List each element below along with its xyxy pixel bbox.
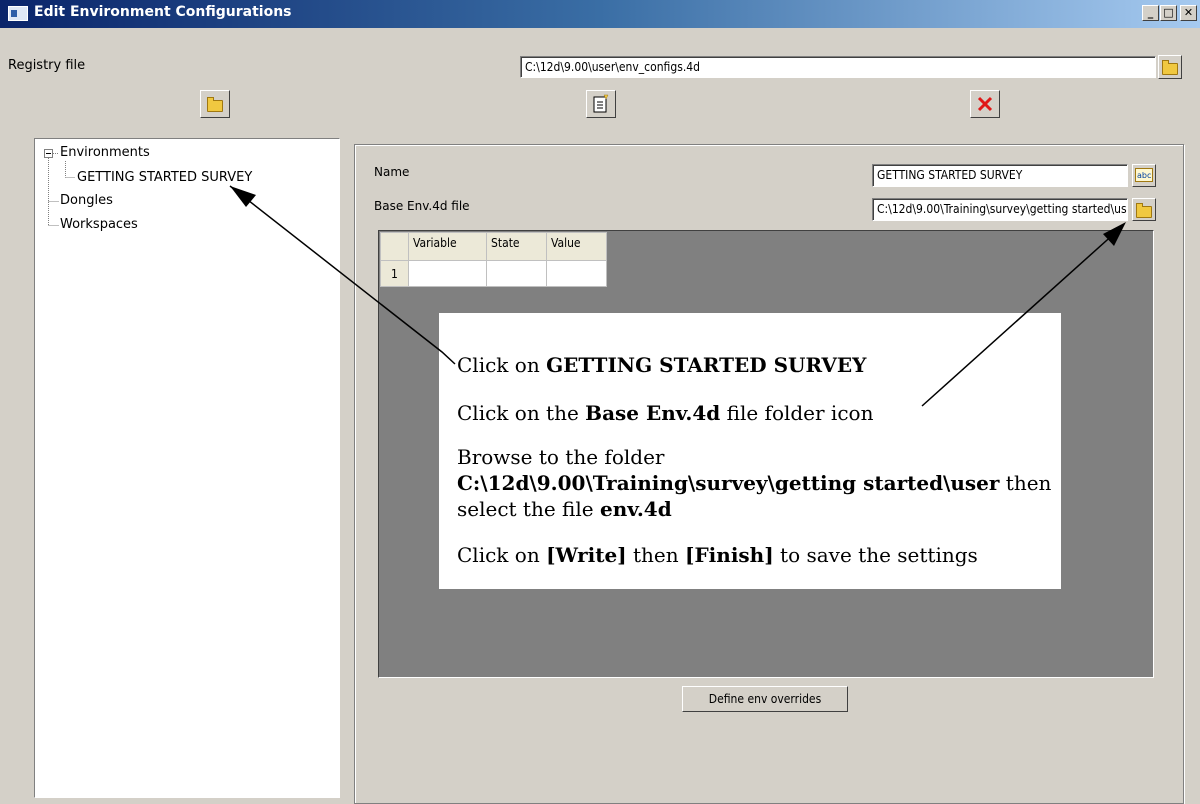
open-button[interactable]	[200, 90, 230, 118]
maximize-button[interactable]: □	[1160, 5, 1177, 21]
tree-item-environments[interactable]: Environments	[60, 145, 150, 160]
name-label: Name	[374, 165, 410, 179]
instruction-callout: Click on GETTING STARTED SURVEY Click on…	[439, 313, 1061, 589]
tree-item-dongles[interactable]: Dongles	[60, 193, 113, 208]
title-bar: Edit Environment Configurations _ □ ✕	[0, 0, 1200, 28]
instruction-step-1: Click on GETTING STARTED SURVEY	[457, 353, 867, 377]
folder-icon	[1162, 60, 1178, 75]
instruction-step-4: Click on [Write] then [Finish] to save t…	[457, 543, 978, 567]
svg-text:abc: abc	[1137, 171, 1151, 180]
base-env-file-label: Base Env.4d file	[374, 199, 470, 213]
app-icon	[8, 6, 28, 21]
instruction-step-2: Click on the Base Env.4d file folder ico…	[457, 401, 874, 425]
folder-open-icon	[207, 97, 223, 112]
base-env-browse-button[interactable]	[1132, 198, 1156, 221]
cell-value[interactable]	[546, 260, 607, 287]
window-title: Edit Environment Configurations	[34, 4, 292, 20]
tree-item-getting-started-survey[interactable]: GETTING STARTED SURVEY	[77, 170, 252, 185]
instruction-step-3-file: select the file env.4d	[457, 497, 672, 521]
tree-item-workspaces[interactable]: Workspaces	[60, 217, 138, 232]
instruction-step-3-path: C:\12d\9.00\Training\survey\getting star…	[457, 471, 1052, 495]
abc-icon: abc	[1135, 168, 1153, 182]
row-number[interactable]: 1	[380, 260, 409, 287]
registry-browse-button[interactable]	[1158, 55, 1182, 79]
variables-grid[interactable]: Variable State Value 1	[380, 232, 607, 287]
name-abc-button[interactable]: abc	[1132, 164, 1156, 187]
name-field[interactable]: GETTING STARTED SURVEY	[872, 164, 1128, 187]
minimize-button[interactable]: _	[1142, 5, 1159, 21]
define-env-overrides-button[interactable]: Define env overrides	[682, 686, 848, 712]
delete-button[interactable]	[970, 90, 1000, 118]
cell-variable[interactable]	[408, 260, 487, 287]
new-document-icon	[593, 94, 609, 113]
cell-state[interactable]	[486, 260, 547, 287]
instruction-step-3: Browse to the folder	[457, 445, 665, 469]
delete-x-icon	[977, 96, 993, 112]
folder-icon	[1136, 203, 1152, 218]
column-header-variable[interactable]: Variable	[408, 232, 487, 261]
new-button[interactable]	[586, 90, 616, 118]
close-button[interactable]: ✕	[1180, 5, 1197, 21]
base-env-file-field[interactable]: C:\12d\9.00\Training\survey\getting star…	[872, 198, 1128, 221]
column-header-value[interactable]: Value	[546, 232, 607, 261]
registry-file-label: Registry file	[8, 58, 86, 73]
environment-tree[interactable]: Environments GETTING STARTED SURVEY Dong…	[34, 138, 340, 798]
registry-file-field[interactable]: C:\12d\9.00\user\env_configs.4d	[520, 56, 1156, 78]
column-header-state[interactable]: State	[486, 232, 547, 261]
grid-corner-cell	[380, 232, 409, 261]
